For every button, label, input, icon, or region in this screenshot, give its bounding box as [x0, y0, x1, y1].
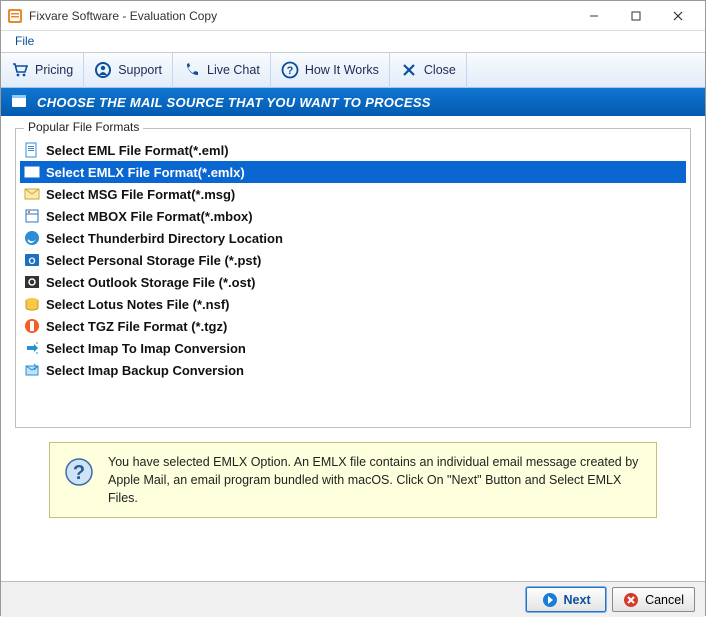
format-item-label: Select Imap Backup Conversion: [46, 363, 244, 378]
toolbar: Pricing Support Live Chat ? How It Works…: [1, 53, 705, 88]
imap-icon: [24, 340, 40, 356]
format-item-pst[interactable]: O Select Personal Storage File (*.pst): [20, 249, 686, 271]
toolbar-pricing-label: Pricing: [35, 63, 73, 77]
page-banner: CHOOSE THE MAIL SOURCE THAT YOU WANT TO …: [1, 88, 705, 116]
next-arrow-icon: [542, 592, 558, 608]
svg-text:?: ?: [73, 462, 85, 484]
format-item-label: Select Imap To Imap Conversion: [46, 341, 246, 356]
menubar: File: [1, 31, 705, 53]
format-item-label: Select EMLX File Format(*.emlx): [46, 165, 245, 180]
format-item-tbird[interactable]: Select Thunderbird Directory Location: [20, 227, 686, 249]
format-item-msg[interactable]: Select MSG File Format(*.msg): [20, 183, 686, 205]
toolbar-support-label: Support: [118, 63, 162, 77]
headset-icon: [94, 61, 112, 79]
format-item-label: Select Thunderbird Directory Location: [46, 231, 283, 246]
eml-icon: [24, 142, 40, 158]
format-item-label: Select MBOX File Format(*.mbox): [46, 209, 253, 224]
svg-text:O: O: [28, 256, 35, 266]
app-icon: [7, 8, 23, 24]
titlebar: Fixvare Software - Evaluation Copy: [1, 1, 705, 31]
tgz-icon: [24, 318, 40, 334]
format-item-label: Select MSG File Format(*.msg): [46, 187, 235, 202]
question-icon: ?: [281, 61, 299, 79]
toolbar-support-button[interactable]: Support: [84, 53, 173, 88]
banner-icon: [11, 93, 27, 112]
format-item-nsf[interactable]: Select Lotus Notes File (*.nsf): [20, 293, 686, 315]
cancel-button-label: Cancel: [645, 593, 684, 607]
mbox-icon: [24, 208, 40, 224]
toolbar-livechat-button[interactable]: Live Chat: [173, 53, 271, 88]
msg-icon: [24, 186, 40, 202]
banner-text: CHOOSE THE MAIL SOURCE THAT YOU WANT TO …: [37, 95, 431, 110]
format-item-label: Select TGZ File Format (*.tgz): [46, 319, 227, 334]
x-icon: [400, 61, 418, 79]
ost-icon: [24, 274, 40, 290]
nsf-icon: [24, 296, 40, 312]
toolbar-close-button[interactable]: Close: [390, 53, 467, 88]
fieldset-legend: Popular File Formats: [24, 120, 143, 134]
toolbar-livechat-label: Live Chat: [207, 63, 260, 77]
maximize-button[interactable]: [615, 2, 657, 30]
pst-icon: O: [24, 252, 40, 268]
menu-file[interactable]: File: [7, 31, 42, 51]
content-area: Popular File Formats Select EML File For…: [1, 116, 705, 581]
close-window-button[interactable]: [657, 2, 699, 30]
toolbar-how-button[interactable]: ? How It Works: [271, 53, 390, 88]
toolbar-how-label: How It Works: [305, 63, 379, 77]
cancel-x-icon: [623, 592, 639, 608]
svg-text:?: ?: [286, 65, 293, 77]
toolbar-pricing-button[interactable]: Pricing: [1, 53, 84, 88]
format-item-tgz[interactable]: Select TGZ File Format (*.tgz): [20, 315, 686, 337]
info-box: ? You have selected EMLX Option. An EMLX…: [49, 442, 657, 518]
minimize-button[interactable]: [573, 2, 615, 30]
imapbk-icon: [24, 362, 40, 378]
toolbar-close-label: Close: [424, 63, 456, 77]
cancel-button[interactable]: Cancel: [612, 587, 695, 612]
cart-icon: [11, 61, 29, 79]
info-text: You have selected EMLX Option. An EMLX f…: [108, 453, 642, 507]
next-button-label: Next: [564, 593, 591, 607]
format-item-label: Select Lotus Notes File (*.nsf): [46, 297, 229, 312]
format-item-ost[interactable]: Select Outlook Storage File (*.ost): [20, 271, 686, 293]
file-formats-fieldset: Popular File Formats Select EML File For…: [15, 128, 691, 428]
phone-icon: [183, 61, 201, 79]
next-button[interactable]: Next: [526, 587, 606, 612]
info-icon: ?: [64, 457, 94, 487]
format-item-label: Select Personal Storage File (*.pst): [46, 253, 261, 268]
format-item-emlx[interactable]: Select EMLX File Format(*.emlx): [20, 161, 686, 183]
window-title: Fixvare Software - Evaluation Copy: [29, 9, 573, 23]
format-item-imapbk[interactable]: Select Imap Backup Conversion: [20, 359, 686, 381]
footer: Next Cancel: [1, 581, 705, 617]
format-item-imap[interactable]: Select Imap To Imap Conversion: [20, 337, 686, 359]
tbird-icon: [24, 230, 40, 246]
emlx-icon: [24, 164, 40, 180]
format-item-eml[interactable]: Select EML File Format(*.eml): [20, 139, 686, 161]
format-item-label: Select Outlook Storage File (*.ost): [46, 275, 255, 290]
format-item-mbox[interactable]: Select MBOX File Format(*.mbox): [20, 205, 686, 227]
format-item-label: Select EML File Format(*.eml): [46, 143, 229, 158]
